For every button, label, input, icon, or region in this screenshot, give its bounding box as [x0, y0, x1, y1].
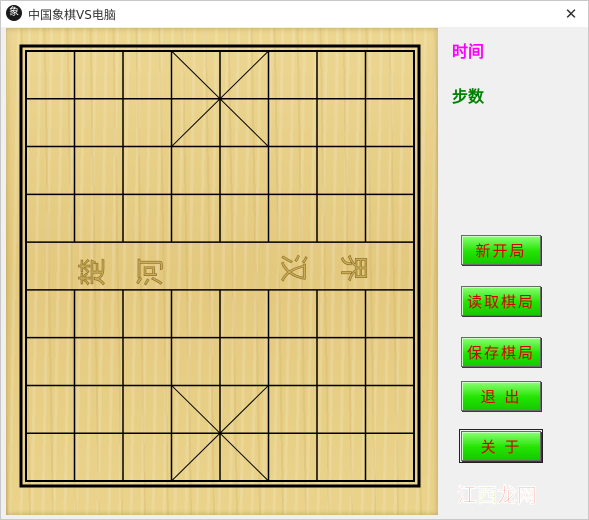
- title-bar: 象 中国象棋VS电脑 ✕: [1, 1, 588, 27]
- about-button[interactable]: 关 于: [459, 429, 543, 463]
- watermark-part-2: 西: [477, 483, 498, 508]
- watermark-part-3: 龙网: [497, 483, 538, 508]
- app-icon: 象: [6, 5, 22, 21]
- window-title: 中国象棋VS电脑: [28, 8, 116, 22]
- app-window: 象 中国象棋VS电脑 ✕ 楚 河 汉 界 时间 步数 新开局 读取棋局 保存棋局…: [0, 0, 589, 520]
- exit-button[interactable]: 退 出: [461, 381, 541, 411]
- watermark-logo: 江西龙网: [457, 479, 538, 508]
- board-grid: 楚 河 汉 界: [19, 44, 421, 488]
- chess-board[interactable]: 楚 河 汉 界: [6, 28, 438, 515]
- river-char-jie: 界: [337, 254, 370, 282]
- new-game-button[interactable]: 新开局: [461, 235, 541, 265]
- close-button[interactable]: ✕: [554, 1, 588, 27]
- load-game-button[interactable]: 读取棋局: [461, 286, 541, 316]
- river-char-chu: 楚: [76, 258, 109, 286]
- river-char-han: 汉: [277, 254, 310, 282]
- river-text: 楚 河 汉 界: [76, 254, 371, 287]
- steps-label: 步数: [452, 87, 485, 106]
- river-char-he: 河: [134, 258, 167, 286]
- watermark-part-1: 江: [457, 483, 478, 508]
- save-game-button[interactable]: 保存棋局: [461, 337, 541, 367]
- time-label: 时间: [452, 42, 485, 61]
